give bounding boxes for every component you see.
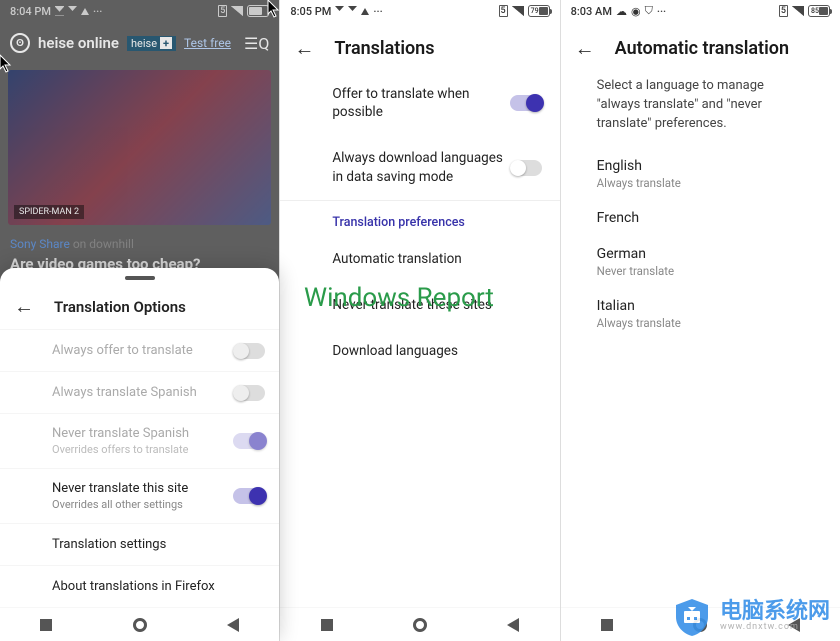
translation-options-sheet: ← Translation Options Always offer to tr…	[0, 268, 279, 641]
cursor-icon	[266, 0, 282, 18]
row-never-translate-lang: Never translate SpanishOverrides offers …	[0, 413, 279, 468]
cursor-icon	[0, 53, 14, 73]
brand-title: 电脑系统网	[720, 602, 830, 622]
shield-icon: ⛉	[645, 4, 653, 18]
status-bar: 8:05 PM ··· 5 79	[280, 0, 559, 22]
nav-back-icon[interactable]	[227, 618, 239, 632]
page-title: Translations	[334, 38, 434, 59]
toggle-download-data-saving[interactable]	[510, 160, 542, 176]
row-offer-translate[interactable]: Offer to translate when possible	[280, 71, 559, 135]
toggle-always-translate-lang	[233, 385, 265, 401]
site-name: heise online	[38, 34, 119, 52]
nav-recents-icon[interactable]	[601, 619, 613, 631]
windows-report-watermark: Windows Report	[304, 283, 494, 313]
toggle-offer-translate[interactable]	[510, 95, 542, 111]
circle-icon: ◉	[631, 5, 641, 18]
nav-home-icon[interactable]	[133, 618, 147, 632]
signal-icon	[512, 6, 524, 16]
battery-icon: 79	[528, 5, 550, 17]
sheet-handle[interactable]	[125, 276, 155, 280]
hero-label: SPIDER-MAN 2	[14, 205, 84, 219]
row-never-translate-site[interactable]: Never translate this siteOverrides all o…	[0, 468, 279, 523]
article-hero-image[interactable]: SPIDER-MAN 2	[8, 70, 271, 225]
back-icon[interactable]: ←	[575, 36, 595, 61]
status-time: 8:04 PM	[10, 5, 51, 18]
article-meta: Sony Share on downhill	[0, 231, 279, 253]
row-download-languages[interactable]: Download languages	[280, 328, 559, 374]
status-time: 8:03 AM	[571, 5, 612, 18]
lang-row-german[interactable]: German Never translate	[561, 236, 840, 288]
lang-row-italian[interactable]: Italian Always translate	[561, 288, 840, 340]
row-always-offer: Always offer to translate	[0, 329, 279, 371]
page-title: Automatic translation	[615, 38, 789, 59]
signal-icon	[792, 6, 804, 16]
section-translation-prefs: Translation preferences	[280, 201, 559, 236]
nav-recents-icon[interactable]	[321, 619, 333, 631]
notif-icon	[361, 8, 369, 15]
data-icon: 5	[779, 5, 788, 17]
heise-badge[interactable]: heise+	[127, 36, 176, 51]
row-translation-settings[interactable]: Translation settings	[0, 523, 279, 565]
signal-icon	[231, 6, 243, 16]
notif-icon	[335, 6, 344, 16]
row-automatic-translation[interactable]: Automatic translation	[280, 236, 559, 282]
site-logo-icon: ʘ	[10, 33, 30, 53]
more-icon: ···	[93, 5, 102, 18]
status-bar: 8:04 PM ··· 5	[0, 0, 279, 22]
sheet-title: Translation Options	[54, 298, 186, 316]
test-free-link[interactable]: Test free	[184, 36, 231, 50]
notif-icon	[55, 6, 64, 16]
nav-bar	[0, 607, 279, 641]
lang-row-english[interactable]: English Always translate	[561, 148, 840, 200]
toggle-always-offer	[233, 343, 265, 359]
nav-bar	[280, 607, 559, 641]
data-icon: 5	[218, 5, 227, 17]
notif-icon	[81, 8, 89, 15]
nav-recents-icon[interactable]	[40, 619, 52, 631]
lang-row-french[interactable]: French	[561, 200, 840, 236]
back-icon[interactable]: ←	[294, 36, 314, 61]
more-icon: ···	[373, 5, 382, 18]
battery-icon: 85	[808, 5, 830, 17]
more-icon: ···	[657, 5, 666, 18]
notif-icon	[348, 6, 357, 16]
status-bar: 8:03 AM ☁ ◉ ⛉ ··· 5 85	[561, 0, 840, 22]
brand-logo-icon	[672, 597, 712, 637]
toggle-never-translate-lang	[233, 433, 265, 449]
row-always-translate-lang: Always translate Spanish	[0, 371, 279, 413]
toggle-never-translate-site[interactable]	[233, 488, 265, 504]
data-icon: 5	[499, 5, 508, 17]
status-time: 8:05 PM	[290, 5, 331, 18]
back-icon[interactable]: ←	[14, 294, 34, 319]
nav-back-icon[interactable]	[507, 618, 519, 632]
brand-watermark: 电脑系统网 www.dnxtw.com	[672, 597, 830, 637]
cloud-icon: ☁	[616, 5, 627, 18]
row-download-data-saving[interactable]: Always download languages in data saving…	[280, 135, 559, 199]
menu-search-icon[interactable]: ☰Q	[244, 34, 269, 53]
article-source[interactable]: Sony Share	[10, 237, 70, 251]
notif-icon	[68, 6, 77, 16]
nav-home-icon[interactable]	[413, 618, 427, 632]
page-description: Select a language to manage "always tran…	[561, 71, 840, 148]
row-about-translations[interactable]: About translations in Firefox	[0, 565, 279, 607]
